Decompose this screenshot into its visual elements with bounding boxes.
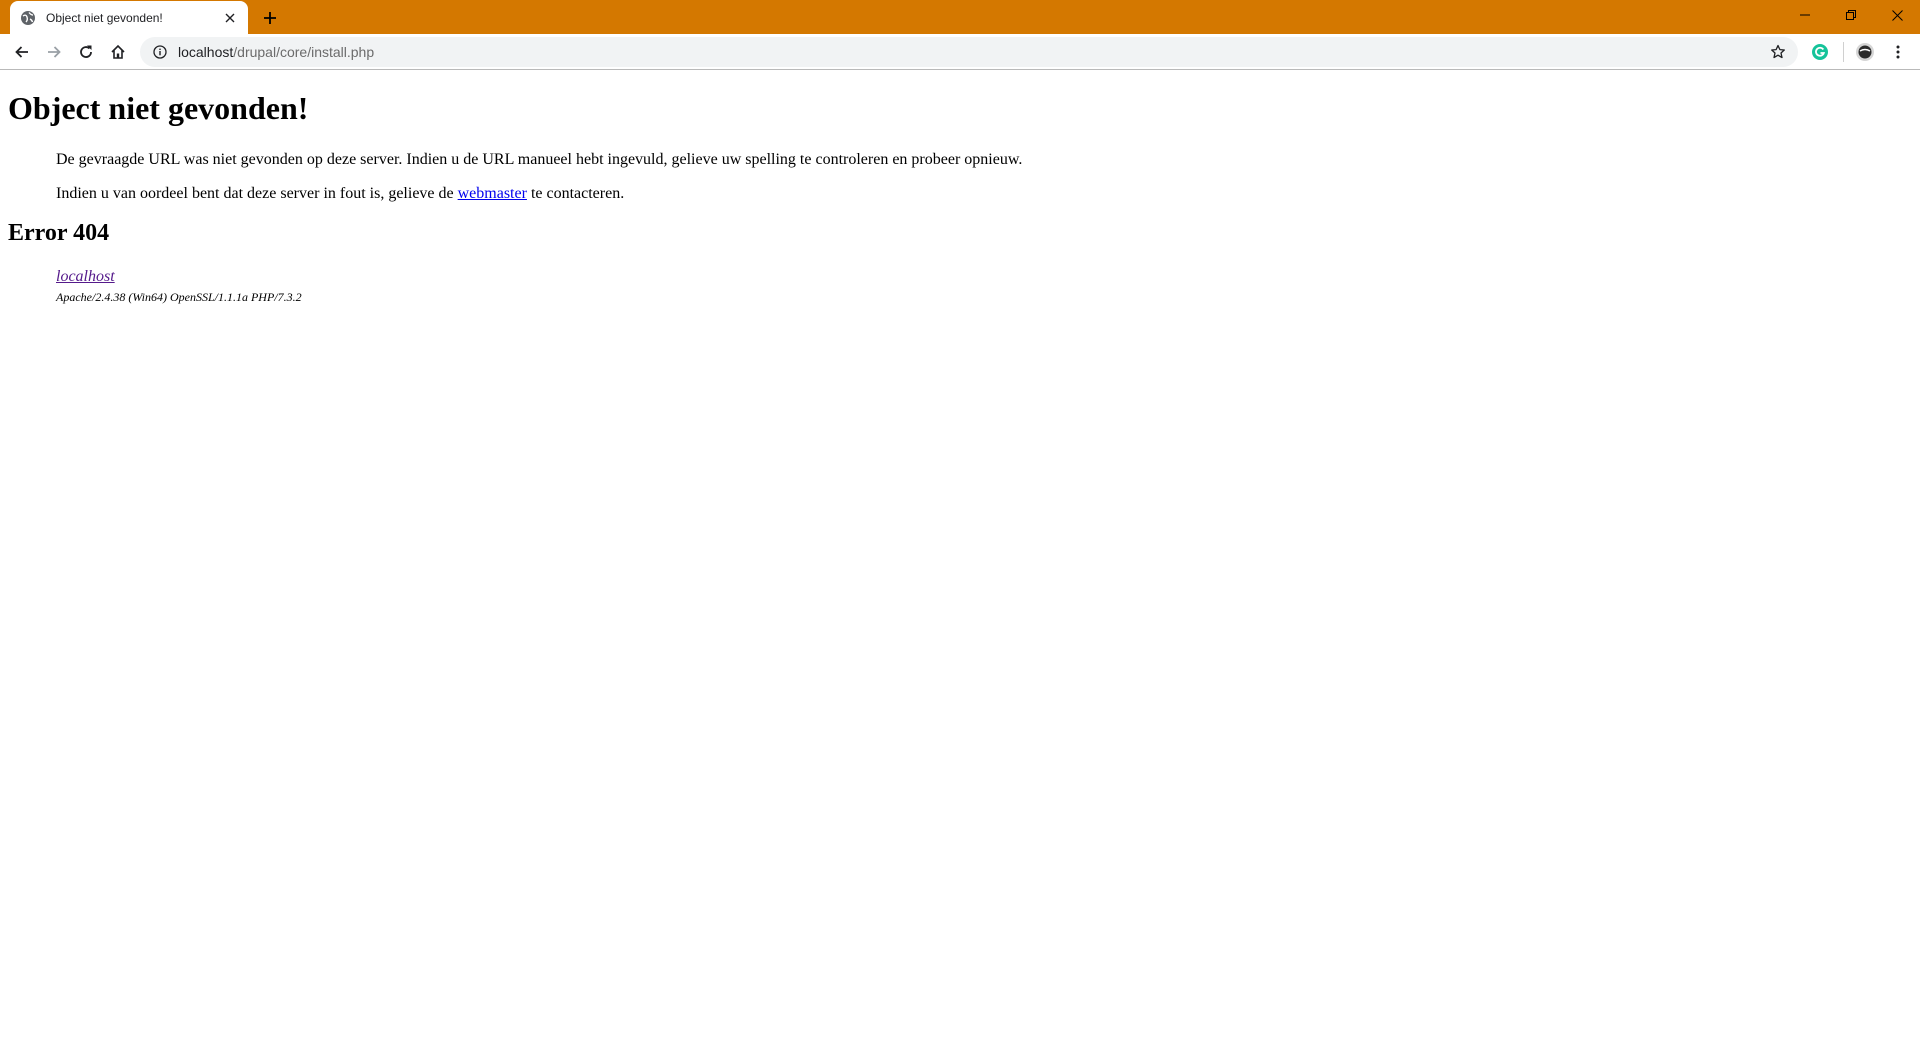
reload-button[interactable]	[72, 38, 100, 66]
restore-button[interactable]	[1828, 0, 1874, 30]
bookmark-star-icon[interactable]	[1766, 40, 1790, 64]
window-controls	[1782, 0, 1920, 30]
new-tab-button[interactable]	[258, 6, 282, 30]
url-path: /drupal/core/install.php	[233, 44, 375, 60]
server-address-link[interactable]: localhost	[56, 268, 115, 286]
back-button[interactable]	[8, 38, 36, 66]
globe-icon	[20, 10, 36, 26]
tab-close-icon[interactable]	[220, 8, 240, 28]
minimize-icon	[1800, 14, 1810, 16]
error-message: De gevraagde URL was niet gevonden op de…	[56, 151, 1023, 168]
error-code-heading: Error 404	[8, 220, 110, 246]
grammarly-extension-button[interactable]	[1808, 40, 1832, 64]
minimize-button[interactable]	[1782, 0, 1828, 30]
forward-button[interactable]	[40, 38, 68, 66]
tab-title: Object niet gevonden!	[46, 10, 163, 25]
title-bar: Object niet gevonden!	[0, 0, 1920, 34]
restore-icon	[1846, 10, 1856, 20]
info-icon[interactable]	[152, 44, 168, 60]
close-icon	[1891, 9, 1903, 21]
webmaster-link[interactable]: webmaster	[458, 185, 527, 202]
url-host: localhost	[178, 44, 234, 60]
page-content: Object niet gevonden! De gevraagde URL w…	[0, 70, 1920, 1040]
kebab-menu-icon	[1896, 45, 1900, 59]
webmaster-message-suffix: te contacteren.	[526, 185, 625, 202]
toolbar-separator	[1843, 42, 1844, 62]
server-signature: Apache/2.4.38 (Win64) OpenSSL/1.1.1a PHP…	[56, 290, 302, 304]
url-text[interactable]: localhost/drupal/core/install.php	[178, 44, 1766, 60]
webmaster-message-text: Indien u van oordeel bent dat deze serve…	[56, 185, 458, 202]
reload-icon	[80, 45, 92, 58]
profile-avatar-icon	[1856, 43, 1874, 61]
arrow-left-icon	[15, 46, 28, 58]
home-icon	[111, 44, 125, 59]
address-bar[interactable]: localhost/drupal/core/install.php	[140, 37, 1798, 67]
webmaster-message: Indien u van oordeel bent dat deze serve…	[56, 185, 624, 203]
close-window-button[interactable]	[1874, 0, 1920, 30]
browser-toolbar: localhost/drupal/core/install.php	[0, 34, 1920, 70]
page-title: Object niet gevonden!	[8, 90, 309, 126]
chrome-menu-button[interactable]	[1886, 40, 1910, 64]
profile-button[interactable]	[1853, 40, 1877, 64]
arrow-right-icon	[48, 46, 61, 58]
tab-active[interactable]: Object niet gevonden!	[10, 1, 248, 34]
plus-icon	[264, 12, 276, 24]
home-button[interactable]	[104, 38, 132, 66]
grammarly-icon	[1812, 44, 1828, 60]
